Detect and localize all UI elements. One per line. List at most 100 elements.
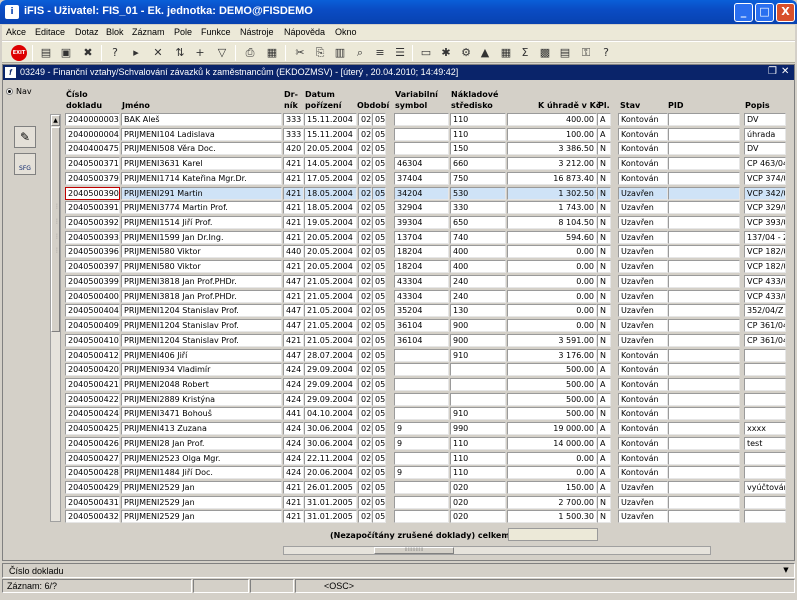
cell-period-a[interactable]: 02 <box>358 363 372 376</box>
cell-state[interactable]: Kontován <box>618 378 668 391</box>
cell-state[interactable]: Kontován <box>618 128 668 141</box>
cell-pid[interactable] <box>668 187 740 200</box>
cell-date[interactable]: 30.06.2004 <box>304 437 357 450</box>
cell-cost[interactable]: 020 <box>450 496 506 509</box>
cell-name[interactable]: PRIJMENI2889 Kristýna <box>121 393 282 406</box>
copy-icon[interactable]: ⎘ <box>312 45 328 61</box>
cell-date[interactable]: 04.10.2004 <box>304 407 357 420</box>
cell-desc[interactable] <box>744 363 786 376</box>
cell-druh[interactable]: 447 <box>283 349 304 362</box>
cell-pid[interactable] <box>668 437 740 450</box>
cell-druh[interactable]: 424 <box>283 422 304 435</box>
funnel-icon[interactable]: ▽ <box>214 45 230 61</box>
hscroll-thumb[interactable]: ⁞⁞⁞⁞⁞⁞⁞⁞⁞⁞⁞⁞ <box>374 547 454 554</box>
cell-doc[interactable]: 2040500429 <box>65 481 120 494</box>
cell-doc[interactable]: 2040500399 <box>65 275 120 288</box>
cell-pl[interactable]: A <box>597 452 611 465</box>
cell-doc[interactable]: 2040400475 <box>65 142 120 155</box>
cell-doc[interactable]: 2040000004 <box>65 128 120 141</box>
cell-date[interactable]: 20.05.2004 <box>304 260 357 273</box>
minimize-button[interactable]: _ <box>734 3 753 22</box>
cell-pid[interactable] <box>668 319 740 332</box>
cell-doc[interactable]: 2040500427 <box>65 452 120 465</box>
cell-cost[interactable]: 750 <box>450 172 506 185</box>
cell-cost[interactable]: 660 <box>450 157 506 170</box>
cell-period-a[interactable]: 02 <box>358 245 372 258</box>
cell-name[interactable]: PRIJMENI2523 Olga Mgr. <box>121 452 282 465</box>
cell-state[interactable]: Kontován <box>618 437 668 450</box>
cell-pid[interactable] <box>668 378 740 391</box>
save-icon[interactable]: ▤ <box>38 45 54 61</box>
cell-state[interactable]: Uzavřen <box>618 290 668 303</box>
cell-period-a[interactable]: 02 <box>358 290 372 303</box>
cell-name[interactable]: PRIJMENI406 Jiří <box>121 349 282 362</box>
cell-pid[interactable] <box>668 172 740 185</box>
menu-napoveda[interactable]: Nápověda <box>284 27 325 37</box>
excel-icon[interactable]: ▩ <box>537 45 553 61</box>
cell-pl[interactable]: A <box>597 113 611 126</box>
cell-desc[interactable]: VCP 433/0 <box>744 290 786 303</box>
cell-amount[interactable]: 500.00 <box>507 363 597 376</box>
cell-amount[interactable]: 0.00 <box>507 452 597 465</box>
cell-desc[interactable]: DV <box>744 142 786 155</box>
cell-pl[interactable]: N <box>597 275 611 288</box>
cell-desc[interactable]: VCP 329/0 <box>744 201 786 214</box>
cell-pid[interactable] <box>668 304 740 317</box>
cell-druh[interactable]: 447 <box>283 275 304 288</box>
cell-desc[interactable]: úhrada <box>744 128 786 141</box>
cell-pid[interactable] <box>668 113 740 126</box>
cell-doc[interactable]: 2040500420 <box>65 363 120 376</box>
cell-name[interactable]: PRIJMENI1514 Jiří Prof. <box>121 216 282 229</box>
cell-amount[interactable]: 3 591.00 <box>507 334 597 347</box>
run-icon[interactable]: ▸ <box>128 45 144 61</box>
cell-period-a[interactable]: 02 <box>358 216 372 229</box>
cell-cost[interactable]: 400 <box>450 260 506 273</box>
cell-name[interactable]: PRIJMENI580 Viktor <box>121 245 282 258</box>
cell-date[interactable]: 18.05.2004 <box>304 201 357 214</box>
cell-vs[interactable] <box>394 452 449 465</box>
cell-amount[interactable]: 2 700.00 <box>507 496 597 509</box>
cell-desc[interactable]: CP 463/04 <box>744 157 786 170</box>
cell-period-b[interactable]: 05 <box>372 452 386 465</box>
cell-pl[interactable]: A <box>597 363 611 376</box>
cell-period-a[interactable]: 02 <box>358 437 372 450</box>
cell-period-b[interactable]: 05 <box>372 378 386 391</box>
cell-cost[interactable] <box>450 378 506 391</box>
cell-vs[interactable]: 39304 <box>394 216 449 229</box>
cell-period-a[interactable]: 02 <box>358 378 372 391</box>
cell-name[interactable]: PRIJMENI413 Zuzana <box>121 422 282 435</box>
cell-amount[interactable]: 100.00 <box>507 128 597 141</box>
cell-druh[interactable]: 440 <box>283 245 304 258</box>
cell-period-a[interactable]: 02 <box>358 172 372 185</box>
cell-date[interactable]: 28.07.2004 <box>304 349 357 362</box>
cell-name[interactable]: PRIJMENI3471 Bohouš <box>121 407 282 420</box>
cell-desc[interactable]: VCP 342/0 <box>744 187 786 200</box>
cell-doc[interactable]: 2040500412 <box>65 349 120 362</box>
cell-desc[interactable] <box>744 466 786 479</box>
cell-period-b[interactable]: 05 <box>372 216 386 229</box>
cell-cost[interactable]: 110 <box>450 466 506 479</box>
settings-icon[interactable]: ⚙ <box>458 45 474 61</box>
cell-pl[interactable]: N <box>597 216 611 229</box>
cell-druh[interactable]: 421 <box>283 187 304 200</box>
cell-cost[interactable]: 110 <box>450 452 506 465</box>
find-icon[interactable]: ⌕ <box>352 45 368 61</box>
menu-pole[interactable]: Pole <box>174 27 192 37</box>
cell-period-a[interactable]: 02 <box>358 157 372 170</box>
cell-period-b[interactable]: 05 <box>372 201 386 214</box>
cell-date[interactable]: 20.05.2004 <box>304 245 357 258</box>
cell-druh[interactable]: 421 <box>283 231 304 244</box>
cell-cost[interactable]: 130 <box>450 304 506 317</box>
cell-amount[interactable]: 1 500.30 <box>507 510 597 523</box>
cell-desc[interactable] <box>744 393 786 406</box>
form-restore-icon[interactable]: ❐ <box>768 66 777 77</box>
cell-cost[interactable]: 150 <box>450 142 506 155</box>
cell-doc[interactable]: 2040500390 <box>65 187 120 200</box>
cell-pl[interactable]: N <box>597 334 611 347</box>
cell-date[interactable]: 15.11.2004 <box>304 113 357 126</box>
cell-doc[interactable]: 2040500393 <box>65 231 120 244</box>
cell-period-a[interactable]: 02 <box>358 142 372 155</box>
cell-pl[interactable]: N <box>597 304 611 317</box>
cell-pid[interactable] <box>668 334 740 347</box>
cell-desc[interactable]: xxxx <box>744 422 786 435</box>
